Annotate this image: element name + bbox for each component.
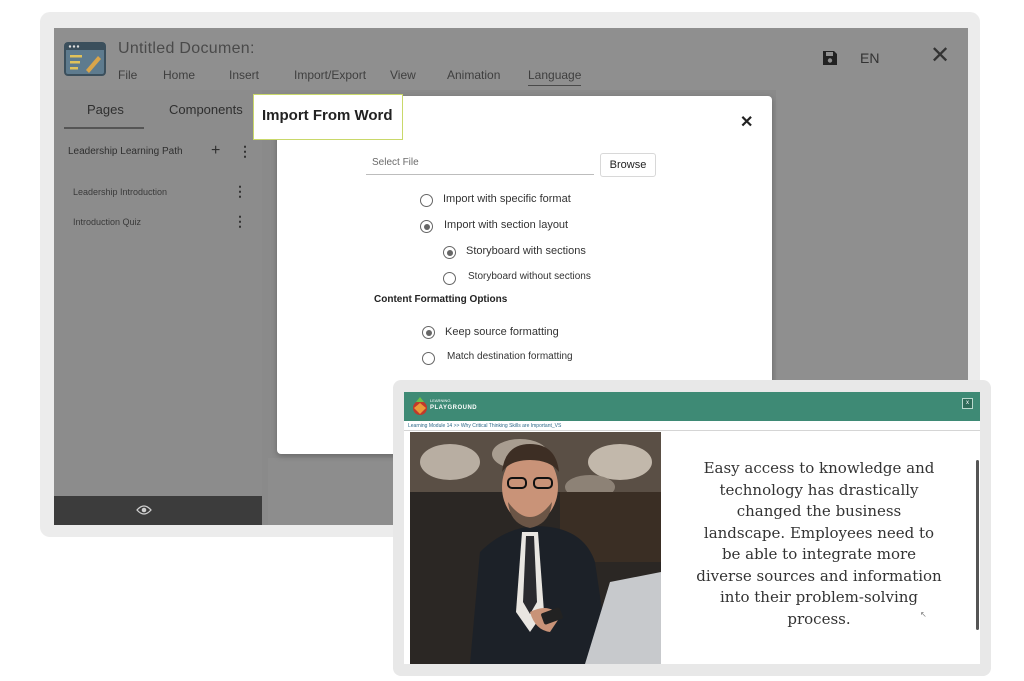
- app-logo-icon: [64, 42, 106, 76]
- add-page-icon[interactable]: +: [211, 142, 220, 160]
- breadcrumb: Learning Module 14 >> Why Critical Think…: [408, 423, 562, 429]
- browse-button[interactable]: Browse: [600, 153, 656, 177]
- radio-keep-source[interactable]: [422, 326, 435, 339]
- option-without-sections-label: Storyboard without sections: [468, 271, 591, 282]
- tab-underline: [64, 127, 144, 129]
- page-more-icon[interactable]: ⋮: [233, 214, 247, 228]
- menu-animation[interactable]: Animation: [447, 68, 500, 82]
- option-with-sections-label: Storyboard with sections: [466, 245, 586, 257]
- logo-small-text: LEARNING: [430, 398, 451, 403]
- learning-path-title[interactable]: Leadership Learning Path: [68, 146, 183, 157]
- menu-import-export[interactable]: Import/Export: [294, 68, 366, 82]
- radio-specific-format[interactable]: [420, 194, 433, 207]
- option-specific-format-label: Import with specific format: [443, 193, 571, 205]
- radio-section-layout[interactable]: [420, 220, 433, 233]
- path-more-icon[interactable]: ⋮: [238, 144, 252, 158]
- preview-close-button[interactable]: x: [962, 398, 973, 409]
- mouse-cursor-icon: ↖: [920, 610, 927, 619]
- tab-pages[interactable]: Pages: [87, 102, 124, 117]
- top-bar: Untitled Documen: File Home Insert Impor…: [54, 28, 968, 90]
- preview-header: LEARNING PLAYGROUND x: [404, 392, 980, 421]
- radio-with-sections[interactable]: [443, 246, 456, 259]
- page-more-icon[interactable]: ⋮: [233, 184, 247, 198]
- save-icon[interactable]: [822, 50, 838, 66]
- preview-bar: [54, 496, 262, 525]
- close-icon[interactable]: ✕: [740, 112, 753, 132]
- menu-file[interactable]: File: [118, 68, 137, 82]
- divider: [404, 430, 980, 431]
- language-selector[interactable]: EN: [860, 50, 879, 66]
- sidebar-item-introduction-quiz[interactable]: Introduction Quiz: [73, 217, 141, 227]
- radio-match-destination[interactable]: [422, 352, 435, 365]
- course-preview: LEARNING PLAYGROUND x Learning Module 14…: [404, 392, 980, 664]
- preview-body-text: Easy access to knowledge and technology …: [696, 459, 942, 628]
- menu-home[interactable]: Home: [163, 68, 195, 82]
- canvas-strip: [268, 458, 398, 525]
- select-file-input[interactable]: [366, 150, 594, 175]
- menu-insert[interactable]: Insert: [229, 68, 259, 82]
- menu-language[interactable]: Language: [528, 68, 582, 86]
- businessman-photo: [410, 432, 661, 664]
- menu-view[interactable]: View: [390, 68, 416, 82]
- logo-text: PLAYGROUND: [430, 405, 478, 411]
- option-match-destination-label: Match destination formatting: [447, 351, 573, 362]
- sidebar-item-leadership-introduction[interactable]: Leadership Introduction: [73, 187, 167, 197]
- option-section-layout-label: Import with section layout: [444, 219, 569, 231]
- formatting-heading: Content Formatting Options: [374, 294, 508, 305]
- eye-icon[interactable]: [136, 504, 152, 516]
- sidebar: Pages Components Leadership Learning Pat…: [54, 90, 262, 525]
- dialog-title: Import From Word: [253, 94, 403, 140]
- radio-without-sections[interactable]: [443, 272, 456, 285]
- close-icon[interactable]: ✕: [930, 44, 950, 68]
- tab-components[interactable]: Components: [169, 102, 243, 117]
- scrollbar[interactable]: [976, 460, 979, 630]
- sidebar-tabs: Pages Components: [54, 90, 262, 130]
- document-title[interactable]: Untitled Documen:: [118, 40, 255, 58]
- option-keep-source-label: Keep source formatting: [445, 326, 559, 338]
